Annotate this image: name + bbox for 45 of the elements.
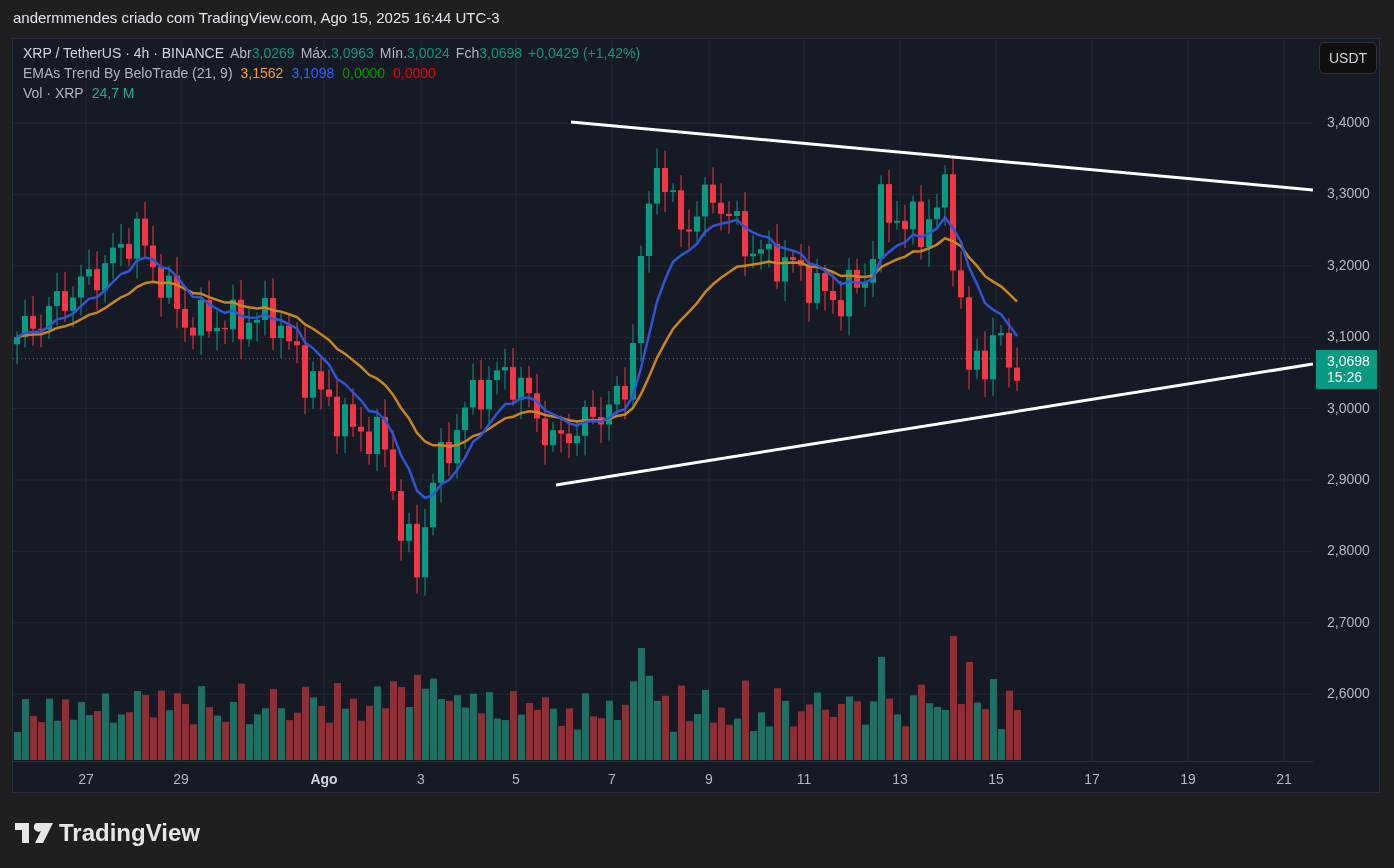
volume-value: 24,7 M bbox=[91, 85, 135, 102]
price-axis-label: 2,6000 bbox=[1327, 685, 1370, 702]
time-axis-label: Ago bbox=[310, 770, 338, 789]
price-axis-label: 3,3000 bbox=[1327, 185, 1370, 202]
volume-label: Vol · XRP bbox=[23, 85, 84, 102]
price-axis-label: 2,7000 bbox=[1327, 613, 1370, 630]
ohlc-value: 3,0269 bbox=[251, 45, 295, 62]
time-axis-label: 19 bbox=[1180, 770, 1196, 789]
indicator-value: 0,0000 bbox=[342, 65, 386, 82]
indicator-value: 0,0000 bbox=[393, 65, 436, 82]
price-change: +0,0429 (+1,42%) bbox=[528, 45, 641, 62]
time-axis-label: 11 bbox=[796, 770, 812, 789]
chart-attribution: andermmendes criado com TradingView.com, Ago 15, 2025 16:44 UTC-3 bbox=[12, 8, 501, 28]
time-axis-label: 21 bbox=[1276, 770, 1292, 789]
ohlc-label: Máx. bbox=[300, 45, 331, 62]
price-axis-label: 2,8000 bbox=[1327, 542, 1370, 559]
time-axis-label: 7 bbox=[608, 770, 616, 789]
ohlc-label: Abr bbox=[230, 45, 252, 62]
price-axis-label: 3,4000 bbox=[1327, 114, 1370, 130]
time-axis-label: 27 bbox=[78, 770, 94, 789]
indicator-name: EMAs Trend By BeloTrade (21, 9) bbox=[23, 65, 233, 82]
logo-icon bbox=[15, 823, 53, 843]
price-axis-label: 3,0000 bbox=[1327, 399, 1370, 416]
last-price-value: 3,0698 bbox=[1327, 352, 1371, 369]
logo-wordmark: TradingView bbox=[59, 818, 200, 848]
indicator-value: 3,1098 bbox=[291, 65, 335, 82]
time-axis-label: 29 bbox=[173, 770, 189, 789]
time-axis-label: 15 bbox=[988, 770, 1004, 789]
ohlc-label: Mín. bbox=[379, 45, 408, 62]
time-axis-label: 9 bbox=[705, 770, 713, 789]
ohlc-label: Fch bbox=[455, 45, 480, 62]
time-axis-label: 5 bbox=[512, 770, 520, 789]
currency-button[interactable]: USDT bbox=[1319, 42, 1377, 74]
time-axis-label: 3 bbox=[417, 770, 425, 789]
price-axis-label: 3,2000 bbox=[1327, 256, 1370, 273]
countdown-timer: 15:26 bbox=[1327, 368, 1364, 385]
time-axis-label: 17 bbox=[1084, 770, 1100, 789]
price-axis-label: 3,1000 bbox=[1327, 328, 1370, 345]
ohlc-value: 3,0963 bbox=[330, 45, 374, 62]
indicator-value: 3,1562 bbox=[240, 65, 284, 82]
symbol-title: XRP / TetherUS · 4h · BINANCE bbox=[23, 45, 224, 62]
time-axis-label: 13 bbox=[892, 770, 908, 789]
price-axis-label: 2,9000 bbox=[1327, 471, 1370, 487]
ohlc-value: 3,0024 bbox=[407, 45, 450, 62]
ohlc-value: 3,0698 bbox=[479, 45, 523, 62]
